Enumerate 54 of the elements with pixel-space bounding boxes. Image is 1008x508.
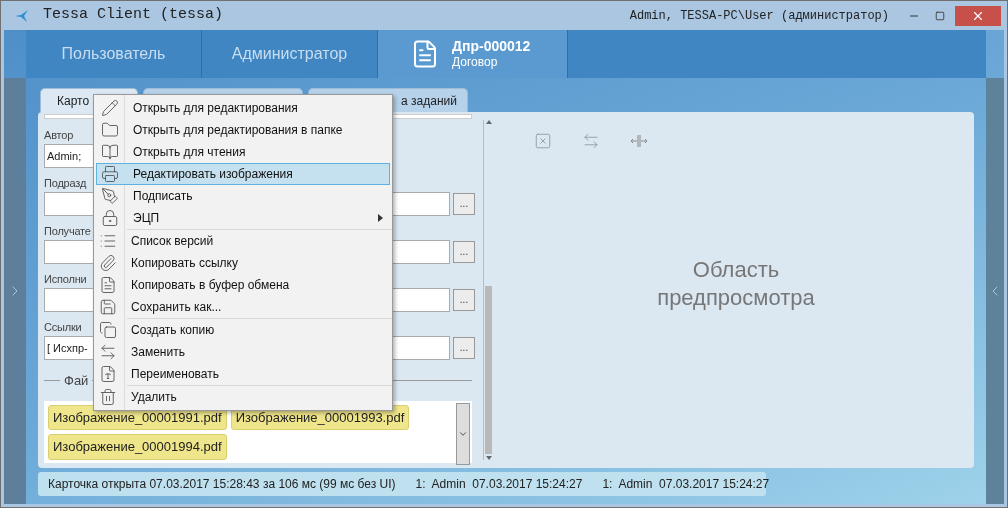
menu-item[interactable]: Редактировать изображения <box>96 163 390 185</box>
lookup-button[interactable]: ... <box>453 289 475 311</box>
files-group-label: Фай <box>64 372 89 390</box>
field-label: Исполни <box>44 272 87 287</box>
menu-item[interactable]: Переименовать <box>94 363 390 385</box>
expand-button[interactable] <box>456 402 470 465</box>
lookup-button[interactable]: ... <box>453 193 475 215</box>
menu-item[interactable]: Открыть для редактирования в папке <box>96 119 390 141</box>
preview-empty-text: Область предпросмотра <box>656 256 816 312</box>
menu-item[interactable]: Создать копию <box>94 319 390 341</box>
folder-icon <box>101 121 119 139</box>
menu-item[interactable]: Копировать в буфер обмена <box>94 274 390 296</box>
bird-logo-icon <box>15 9 29 22</box>
menu-item[interactable]: Копировать ссылку <box>94 252 390 274</box>
trash-icon <box>99 388 117 406</box>
file-chip[interactable]: Изображение_00001994.pdf <box>48 434 227 460</box>
lookup-button[interactable]: ... <box>453 241 475 263</box>
field-label: Получате <box>44 224 91 239</box>
menu-item[interactable]: Сохранить как... <box>94 296 390 318</box>
pen-nib-icon <box>101 187 119 205</box>
menu-item[interactable]: Список версий <box>94 230 390 252</box>
scroll-down-icon[interactable] <box>485 456 492 460</box>
text-file-icon <box>99 365 117 383</box>
lookup-button[interactable]: ... <box>453 337 475 359</box>
close-preview-icon[interactable] <box>534 132 552 150</box>
maximize-icon <box>935 10 945 21</box>
copy-icon <box>99 321 117 339</box>
list-icon <box>99 232 117 250</box>
status-text: 1: Admin 07.03.2017 15:24:27 <box>415 476 583 493</box>
submenu-arrow-icon <box>378 214 383 222</box>
status-text: Карточка открыта 07.03.2017 15:28:43 за 106 мс (99 мс без UI) <box>48 476 396 493</box>
field-label: Автор <box>44 128 74 143</box>
field-label: Ссылки <box>44 320 82 335</box>
arrows-icon <box>99 343 117 361</box>
swap-arrows-icon[interactable] <box>582 132 600 150</box>
document-icon <box>99 276 117 294</box>
split-arrows-icon[interactable] <box>630 132 648 150</box>
scrollbar[interactable] <box>483 120 493 460</box>
menu-item[interactable]: Заменить <box>94 341 390 363</box>
menu-item[interactable]: ЭЦП <box>96 207 390 229</box>
user-label: Admin, TESSA-PC\User (администратор) <box>629 7 889 25</box>
document-number: Дпр-000012 <box>452 37 531 56</box>
document-type: Договор <box>452 55 499 71</box>
status-text: 1: Admin 07.03.2017 15:24:27 <box>602 476 770 493</box>
printer-icon <box>101 165 119 183</box>
lock-icon <box>101 209 119 227</box>
menu-item[interactable]: Подписать <box>96 185 390 207</box>
pencil-icon <box>101 99 119 117</box>
window-title: Tessa Client (tessa) <box>43 5 224 26</box>
book-icon <box>101 143 119 161</box>
scroll-up-icon[interactable] <box>485 120 492 124</box>
field-label: Подразд <box>44 176 87 191</box>
close-button[interactable] <box>955 5 1001 26</box>
paperclip-icon <box>99 254 117 272</box>
